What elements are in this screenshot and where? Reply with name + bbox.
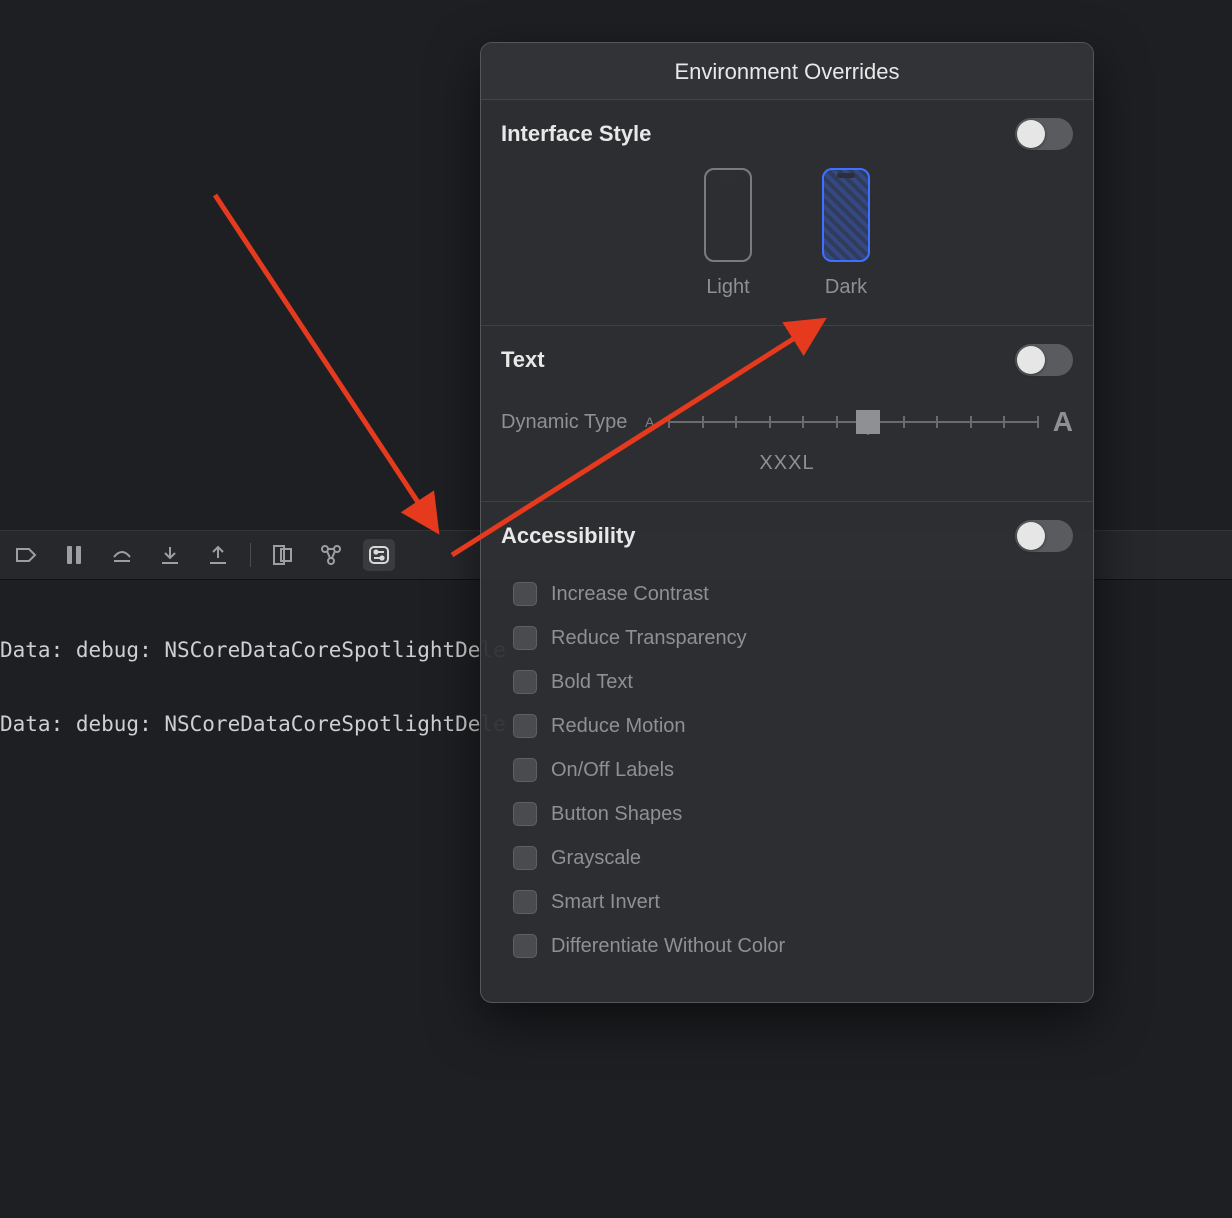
interface-style-section: Interface Style Light Dark <box>481 100 1093 326</box>
accessibility-option[interactable]: Increase Contrast <box>513 572 1073 616</box>
accessibility-options: Increase Contrast Reduce Transparency Bo… <box>501 572 1073 968</box>
checkbox-icon[interactable] <box>513 626 537 650</box>
accessibility-toggle[interactable] <box>1015 520 1073 552</box>
accessibility-option[interactable]: Differentiate Without Color <box>513 924 1073 968</box>
check-label: On/Off Labels <box>551 759 674 782</box>
checkbox-icon[interactable] <box>513 846 537 870</box>
interface-style-toggle[interactable] <box>1015 118 1073 150</box>
checkbox-icon[interactable] <box>513 670 537 694</box>
step-into-icon[interactable] <box>154 539 186 571</box>
checkbox-icon[interactable] <box>513 890 537 914</box>
step-out-icon[interactable] <box>202 539 234 571</box>
check-label: Grayscale <box>551 847 641 870</box>
text-section: Text Dynamic Type A A XXXL <box>481 326 1093 502</box>
check-label: Button Shapes <box>551 803 682 826</box>
phone-light-icon <box>704 168 752 262</box>
dynamic-type-slider[interactable] <box>668 402 1038 442</box>
memory-graph-icon[interactable] <box>315 539 347 571</box>
slider-max-glyph: A <box>1053 406 1073 438</box>
interface-style-option-dark[interactable]: Dark <box>822 168 870 299</box>
interface-style-option-light[interactable]: Light <box>704 168 752 299</box>
accessibility-option[interactable]: Bold Text <box>513 660 1073 704</box>
phone-dark-icon <box>822 168 870 262</box>
accessibility-option[interactable]: Button Shapes <box>513 792 1073 836</box>
environment-overrides-icon[interactable] <box>363 539 395 571</box>
accessibility-option[interactable]: Smart Invert <box>513 880 1073 924</box>
checkbox-icon[interactable] <box>513 934 537 958</box>
view-debugger-icon[interactable] <box>267 539 299 571</box>
pause-icon[interactable] <box>58 539 90 571</box>
checkbox-icon[interactable] <box>513 802 537 826</box>
interface-style-title: Interface Style <box>501 121 651 147</box>
accessibility-option[interactable]: On/Off Labels <box>513 748 1073 792</box>
breakpoint-tag-icon[interactable] <box>10 539 42 571</box>
accessibility-section: Accessibility Increase Contrast Reduce T… <box>481 502 1093 1002</box>
light-label: Light <box>704 276 752 299</box>
slider-min-glyph: A <box>645 414 654 430</box>
checkbox-icon[interactable] <box>513 758 537 782</box>
text-toggle[interactable] <box>1015 344 1073 376</box>
accessibility-option[interactable]: Reduce Transparency <box>513 616 1073 660</box>
text-title: Text <box>501 347 545 373</box>
dynamic-type-label: Dynamic Type <box>501 411 631 434</box>
accessibility-title: Accessibility <box>501 523 636 549</box>
dynamic-type-value: XXXL <box>501 452 1073 475</box>
step-over-icon[interactable] <box>106 539 138 571</box>
check-label: Reduce Transparency <box>551 627 747 650</box>
dark-label: Dark <box>822 276 870 299</box>
toolbar-divider <box>250 543 251 567</box>
check-label: Smart Invert <box>551 891 660 914</box>
checkbox-icon[interactable] <box>513 582 537 606</box>
accessibility-option[interactable]: Grayscale <box>513 836 1073 880</box>
check-label: Differentiate Without Color <box>551 935 785 958</box>
check-label: Bold Text <box>551 671 633 694</box>
accessibility-option[interactable]: Reduce Motion <box>513 704 1073 748</box>
check-label: Increase Contrast <box>551 583 709 606</box>
popover-title: Environment Overrides <box>481 43 1093 100</box>
check-label: Reduce Motion <box>551 715 686 738</box>
checkbox-icon[interactable] <box>513 714 537 738</box>
environment-overrides-popover: Environment Overrides Interface Style Li… <box>480 42 1094 1003</box>
